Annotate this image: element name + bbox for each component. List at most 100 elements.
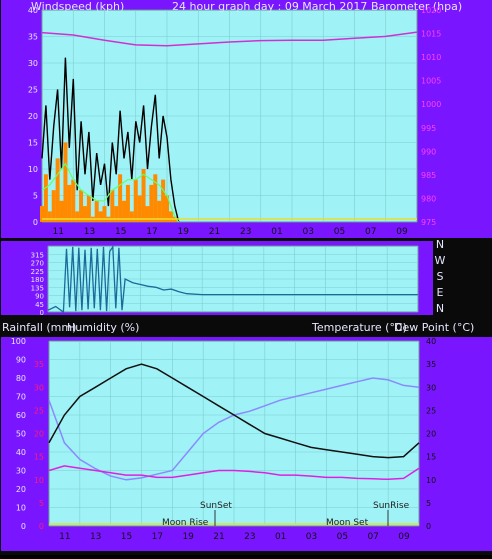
windspeed-tick-label: 20 (28, 112, 38, 121)
temperature-tick-label: 30 (426, 383, 436, 392)
direction-tick-label: 0 (40, 309, 44, 317)
rain-tick-label: 15 (34, 453, 44, 462)
humidity-tick-label: 40 (16, 448, 26, 457)
humidity-axis-title: Humidity (%) (67, 321, 139, 334)
x-tick-label: 03 (303, 227, 314, 237)
rain-tick-label: 35 (34, 360, 44, 369)
windspeed-axis-title: Windspeed (kph) (31, 0, 124, 13)
x-tick-label: 13 (90, 532, 101, 542)
barometer-tick-label: 1020 (421, 6, 441, 15)
temperature-tick-label: 25 (426, 406, 436, 415)
compass-label: N (436, 238, 444, 251)
gust-bar (79, 190, 84, 222)
moonrise-label: Moon Rise (162, 518, 209, 528)
windspeed-tick-label: 40 (28, 6, 38, 15)
barometer-tick-label: 1010 (421, 53, 441, 62)
sunset-label: SunSet (200, 501, 232, 511)
temperature-tick-label: 0 (426, 522, 431, 531)
gust-bar (149, 184, 154, 222)
compass-label: S (437, 270, 444, 283)
windspeed-tick-label: 15 (28, 139, 38, 148)
x-tick-label: 05 (337, 532, 348, 542)
weather-graph-window: Windspeed (kph) 24 hour graph day : 09 M… (0, 0, 492, 555)
gust-bar (86, 195, 91, 222)
temperature-tick-label: 40 (426, 337, 436, 346)
direction-tick-label: 270 (31, 260, 44, 268)
humidity-tick-label: 10 (16, 504, 26, 513)
windspeed-tick-label: 0 (33, 218, 38, 227)
temperature-tick-label: 35 (426, 360, 436, 369)
x-tick-label: 11 (53, 227, 64, 237)
humidity-tick-label: 80 (16, 374, 26, 383)
direction-tick-label: 315 (31, 251, 44, 259)
x-tick-label: 05 (334, 227, 345, 237)
dewpoint-axis-title: Dew Point (°C) (394, 321, 474, 334)
barometer-axis-title: Barometer (hpa) (371, 0, 462, 13)
rain-tick-label: 30 (34, 383, 44, 392)
gust-bar (133, 179, 138, 222)
direction-tick-label: 225 (31, 268, 44, 276)
x-tick-label: 15 (115, 227, 126, 237)
gust-bar (137, 195, 142, 222)
x-tick-label: 21 (213, 532, 224, 542)
humidity-tick-label: 50 (16, 430, 26, 439)
windspeed-tick-label: 10 (28, 165, 38, 174)
gust-bar (129, 211, 134, 222)
direction-tick-label: 90 (35, 293, 44, 301)
x-tick-label: 21 (209, 227, 220, 237)
direction-tick-label: 45 (35, 301, 44, 309)
x-tick-label: 07 (367, 532, 378, 542)
temperature-axis-title: Temperature (°C) (311, 321, 407, 334)
x-tick-label: 19 (178, 227, 190, 237)
barometer-tick-label: 995 (421, 124, 436, 133)
humidity-tick-label: 70 (16, 393, 26, 402)
barometer-tick-label: 1005 (421, 77, 441, 86)
gust-bar (118, 174, 123, 222)
x-tick-label: 09 (398, 532, 410, 542)
x-tick-label: 15 (121, 532, 132, 542)
sunrise-label: SunRise (373, 501, 410, 511)
temperature-tick-label: 10 (426, 476, 436, 485)
humidity-tick-label: 20 (16, 485, 26, 494)
compass-label: W (435, 254, 446, 267)
x-tick-label: 07 (365, 227, 376, 237)
weather-graph-canvas: Windspeed (kph) 24 hour graph day : 09 M… (0, 0, 492, 555)
humidity-tick-label: 0 (21, 522, 26, 531)
windspeed-tick-label: 30 (28, 59, 38, 68)
x-tick-label: 19 (182, 532, 194, 542)
direction-tick-label: 180 (31, 276, 44, 284)
windspeed-tick-label: 35 (28, 33, 38, 42)
gust-bar (51, 190, 56, 222)
x-tick-label: 03 (306, 532, 317, 542)
graph-title: 24 hour graph day : 09 March 2017 (172, 0, 367, 13)
temperature-tick-label: 20 (426, 430, 436, 439)
gust-bar (125, 184, 130, 222)
rainfall-axis-title: Rainfall (mm) (2, 321, 76, 334)
x-tick-label: 09 (396, 227, 408, 237)
windspeed-tick-label: 25 (28, 86, 38, 95)
humidity-tick-label: 100 (11, 337, 26, 346)
barometer-tick-label: 1015 (421, 30, 441, 39)
windspeed-tick-label: 5 (33, 192, 38, 201)
x-tick-label: 17 (146, 227, 157, 237)
gust-bar (67, 184, 72, 222)
temperature-tick-label: 15 (426, 453, 436, 462)
rain-tick-label: 5 (39, 499, 44, 508)
x-tick-label: 17 (152, 532, 163, 542)
gust-bar (47, 211, 52, 222)
humidity-tick-label: 90 (16, 356, 26, 365)
barometer-tick-label: 990 (421, 147, 436, 156)
barometer-tick-label: 980 (421, 194, 436, 203)
rain-tick-label: 20 (34, 430, 44, 439)
barometer-tick-label: 985 (421, 171, 436, 180)
rain-tick-label: 10 (34, 476, 44, 485)
gust-bar (55, 158, 60, 222)
temperature-tick-label: 5 (426, 499, 431, 508)
compass-label: N (436, 302, 444, 315)
humidity-tick-label: 60 (16, 411, 26, 420)
compass-label: E (437, 286, 444, 299)
gust-bar (141, 169, 146, 222)
gust-bar (71, 179, 76, 222)
humidity-tick-label: 30 (16, 467, 26, 476)
x-tick-label: 01 (271, 227, 282, 237)
